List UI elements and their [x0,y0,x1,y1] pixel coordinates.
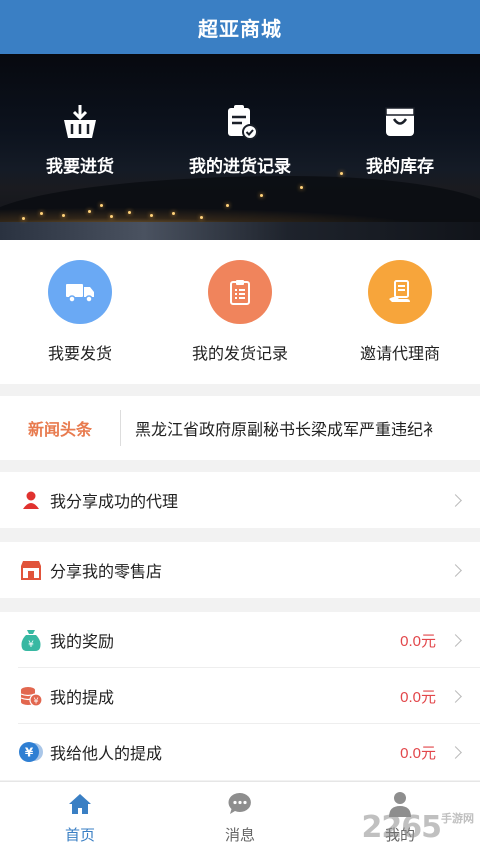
quick-actions: 我要发货 我的发货记录 邀请代理商 [0,240,480,384]
ship-button[interactable]: 我要发货 [0,260,160,364]
tab-home[interactable]: 首页 [0,790,160,845]
hero-item-label: 我的进货记录 [189,157,291,176]
tab-label: 首页 [64,827,95,844]
menu-label: 我分享成功的代理 [50,494,179,511]
list-clipboard-icon [230,280,250,305]
action-label: 邀请代理商 [359,346,440,363]
svg-text:¥: ¥ [28,640,34,650]
ship-records-button[interactable]: 我的发货记录 [160,260,320,364]
news-tag: 新闻头条 [27,422,92,439]
user-icon [18,487,44,513]
menu-label: 分享我的零售店 [50,564,163,581]
hero-item-label: 我要进货 [46,157,114,176]
truck-icon [66,284,94,303]
invite-circle [368,260,432,324]
tab-messages[interactable]: 消息 [160,790,320,845]
tab-label: 消息 [224,827,255,844]
menu-share-store[interactable]: 分享我的零售店 [0,542,480,598]
home-icon [69,794,91,814]
chevron-right-icon [449,563,462,577]
hand-document-icon [389,280,410,302]
money-bag-icon: ¥ [18,627,44,653]
ship-circle [48,260,112,324]
menu-commission[interactable]: ¥ 我的提成 0.0元 [0,668,480,724]
chevron-right-icon [449,633,462,647]
svg-text:¥: ¥ [25,746,34,760]
chevron-right-icon [449,493,462,507]
hero-item-stock-in[interactable]: 我要进货 [0,102,160,177]
chevron-right-icon [449,745,462,759]
watermark-sub: 手游网 [441,812,474,825]
action-label: 我的发货记录 [191,346,288,363]
bag-icon [385,107,415,136]
hero-item-inventory[interactable]: 我的库存 [320,102,480,177]
watermark: 2265手游网 [362,810,475,845]
ship-records-circle [208,260,272,324]
hero-banner: 我要进货 我的进货记录 我的库存 [0,54,480,240]
app-title: 超亚商城 [0,0,480,54]
menu-label: 我的提成 [50,690,115,707]
menu-shared-agents[interactable]: 我分享成功的代理 [0,472,480,528]
menu-rewards[interactable]: ¥ 我的奖励 0.0元 [0,612,480,668]
news-ticker[interactable]: 新闻头条 黑龙江省政府原副秘书长梁成军严重违纪衤 [0,396,480,460]
menu-commission-to-others[interactable]: ¥ 我给他人的提成 0.0元 [0,724,480,780]
hero-item-label: 我的库存 [366,157,434,176]
yen-coin-icon: ¥ [18,739,44,765]
chevron-right-icon [449,689,462,703]
store-icon [18,557,44,583]
news-headline[interactable]: 黑龙江省政府原副秘书长梁成军严重违纪衤 [121,416,439,440]
commission-others-value: 0.0元 [400,744,436,762]
menu-label: 我给他人的提成 [50,746,163,763]
rewards-value: 0.0元 [400,632,436,650]
menu-label: 我的奖励 [50,634,115,651]
hero-water [0,222,480,240]
clipboard-check-icon [228,105,258,140]
basket-icon [64,105,96,138]
hero-item-stock-records[interactable]: 我的进货记录 [160,102,320,177]
commission-value: 0.0元 [400,688,436,706]
invite-agent-button[interactable]: 邀请代理商 [320,260,480,364]
svg-text:¥: ¥ [33,697,38,706]
action-label: 我要发货 [47,346,112,363]
chat-icon [228,792,251,814]
coins-icon: ¥ [18,683,44,709]
watermark-number: 2265 [361,810,442,845]
